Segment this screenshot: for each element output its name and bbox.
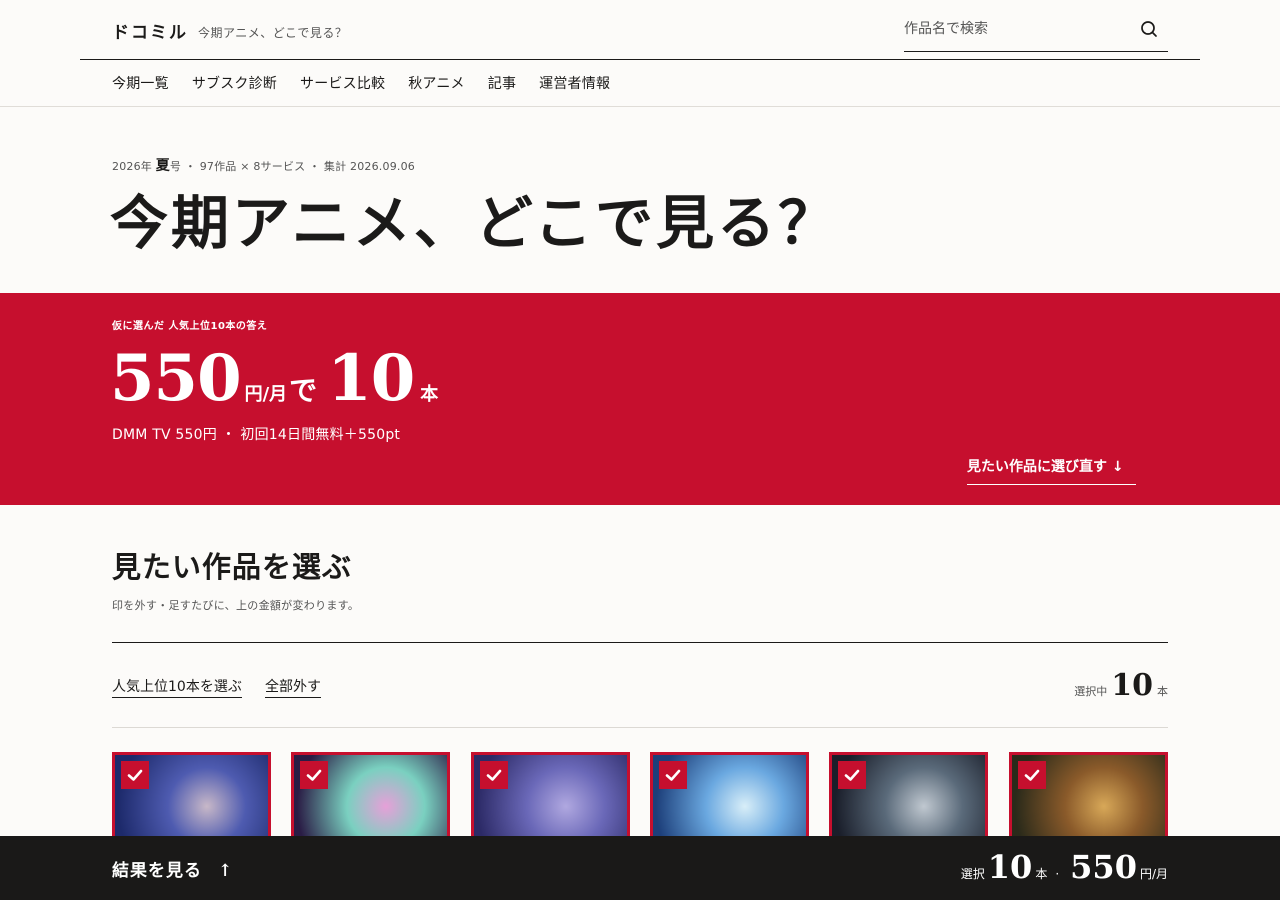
reselect-link[interactable]: 見たい作品に選び直す ↓ <box>967 456 1136 485</box>
answer-headline: 550 円/月 で 10 本 <box>110 341 438 416</box>
main-nav: 今期一覧 サブスク診断 サービス比較 秋アニメ 記事 運営者情報 <box>112 60 633 106</box>
issue-meta: 2026年 夏号 ・ 97作品 × 8サービス ・ 集計 2026.09.06 <box>112 155 415 175</box>
view-results-button[interactable]: 結果を見る ↑ <box>112 856 233 881</box>
select-section-title: 見たい作品を選ぶ <box>112 550 353 584</box>
summary-price-unit: 円/月 <box>1139 867 1168 881</box>
nav-divider <box>0 106 1280 107</box>
check-icon[interactable] <box>300 761 328 789</box>
search-box <box>904 10 1168 52</box>
select-top10-button[interactable]: 人気上位10本を選ぶ <box>112 676 242 698</box>
selected-count-value: 10 <box>1111 668 1153 703</box>
answer-count-unit: 本 <box>420 384 439 405</box>
search-input[interactable] <box>904 18 1124 40</box>
summary-count: 10 <box>987 848 1033 886</box>
selected-count-label: 選択中 <box>1074 685 1108 698</box>
meta-details: ・ 97作品 × 8サービス ・ 集計 2026.09.06 <box>184 160 415 173</box>
check-icon[interactable] <box>121 761 149 789</box>
check-icon[interactable] <box>659 761 687 789</box>
site-header: ドコミル 今期アニメ、どこで見る？ <box>80 0 1200 60</box>
answer-service-detail: DMM TV 550円 ・ 初回14日間無料＋550pt <box>112 427 401 443</box>
nav-item-articles[interactable]: 記事 <box>488 73 516 93</box>
arrow-up-icon: ↑ <box>218 861 234 881</box>
view-results-label: 結果を見る <box>112 861 202 881</box>
check-icon[interactable] <box>1018 761 1046 789</box>
select-section-subtitle: 印を外す・足すたびに、上の金額が変わります。 <box>112 599 360 612</box>
nav-item-subscription-quiz[interactable]: サブスク診断 <box>192 73 277 93</box>
answer-price-unit: 円/月 <box>244 384 288 405</box>
summary-price: 550 <box>1070 848 1137 886</box>
answer-band: 仮に選んだ 人気上位10本の答え 550 円/月 で 10 本 DMM TV 5… <box>0 293 1280 505</box>
answer-price: 550 <box>110 341 242 416</box>
answer-kicker: 仮に選んだ 人気上位10本の答え <box>112 321 268 332</box>
site-tagline: 今期アニメ、どこで見る？ <box>198 26 348 40</box>
check-icon[interactable] <box>480 761 508 789</box>
summary-count-unit: 本 <box>1035 867 1048 881</box>
answer-connector: で <box>289 374 318 407</box>
summary-selected-label: 選択 <box>960 867 985 881</box>
nav-item-autumn-anime[interactable]: 秋アニメ <box>408 73 465 93</box>
nav-item-current-list[interactable]: 今期一覧 <box>112 73 169 93</box>
answer-count: 10 <box>327 341 415 416</box>
search-icon[interactable] <box>1140 20 1158 38</box>
sticky-results-bar: 結果を見る ↑ 選択 10 本 · 550 円/月 <box>0 836 1280 900</box>
selected-count-unit: 本 <box>1157 685 1168 698</box>
site-logo[interactable]: ドコミル <box>112 18 188 43</box>
controls-divider <box>112 727 1168 728</box>
meta-season: 夏 <box>155 158 170 174</box>
selection-summary: 選択 10 本 · 550 円/月 <box>961 848 1168 886</box>
check-icon[interactable] <box>838 761 866 789</box>
summary-separator: · <box>1055 867 1060 881</box>
meta-issue: 号 <box>169 160 182 173</box>
page-title: 今期アニメ、どこで見る？ <box>110 189 840 257</box>
clear-all-button[interactable]: 全部外す <box>265 676 321 698</box>
nav-item-service-compare[interactable]: サービス比較 <box>300 73 385 93</box>
selected-count: 選択中 10 本 <box>1074 668 1168 703</box>
nav-item-about[interactable]: 運営者情報 <box>539 73 610 93</box>
section-divider <box>112 642 1168 643</box>
meta-year: 2026年 <box>112 160 152 173</box>
